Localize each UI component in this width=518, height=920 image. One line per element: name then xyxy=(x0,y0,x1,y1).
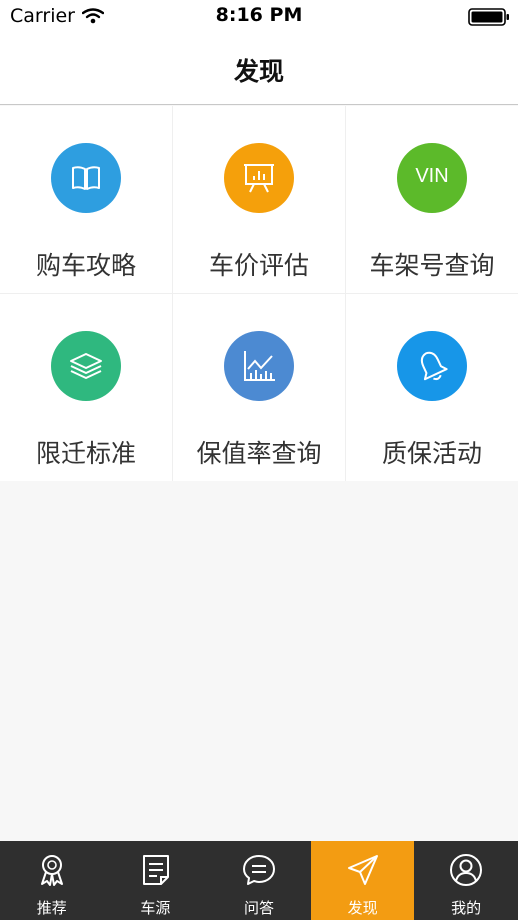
navigation-bar: 发现 xyxy=(0,34,518,105)
grid-item-vin-lookup[interactable]: VIN 车架号查询 xyxy=(346,106,518,293)
tab-label: 车源 xyxy=(140,899,171,917)
status-time: 8:16 PM xyxy=(215,4,303,26)
tab-label: 推荐 xyxy=(36,899,67,917)
tab-label: 发现 xyxy=(347,899,378,917)
grid-item-warranty-activity[interactable]: 质保活动 xyxy=(346,294,518,481)
vin-icon-text: VIN xyxy=(415,165,449,187)
grid-item-label: 保值率查询 xyxy=(196,439,322,468)
award-ribbon-icon xyxy=(41,855,63,886)
bell-icon xyxy=(397,331,467,401)
grid-item-label: 购车攻略 xyxy=(35,251,136,280)
discover-grid: 购车攻略 车价评估 VIN 车架号查询 限迁标准 保值率查询 质保活动 xyxy=(0,106,518,481)
document-list-icon xyxy=(142,855,169,885)
grid-item-label: 车价评估 xyxy=(208,251,309,280)
tab-label: 我的 xyxy=(451,899,482,917)
status-bar: Carrier 8:16 PM xyxy=(0,0,518,34)
user-profile-icon xyxy=(450,854,483,886)
grid-item-label: 车架号查询 xyxy=(369,251,495,280)
grid-item-label: 限迁标准 xyxy=(35,439,136,468)
grid-item-car-price-evaluation[interactable]: 车价评估 xyxy=(173,106,345,293)
grid-item-label: 质保活动 xyxy=(381,439,482,468)
tab-qa[interactable]: 问答 xyxy=(207,841,311,920)
page-title: 发现 xyxy=(233,57,284,86)
vin-icon: VIN xyxy=(397,143,467,213)
tab-car-source[interactable]: 车源 xyxy=(104,841,208,920)
presentation-board-icon xyxy=(224,143,294,213)
book-icon xyxy=(51,143,121,213)
tab-discover[interactable]: 发现 xyxy=(310,841,415,920)
paper-plane-icon xyxy=(347,855,378,885)
tab-label: 问答 xyxy=(243,899,274,917)
line-chart-icon xyxy=(224,331,294,401)
grid-item-resale-value[interactable]: 保值率查询 xyxy=(173,294,345,481)
battery-icon xyxy=(468,8,509,26)
grid-item-emission-standard[interactable]: 限迁标准 xyxy=(0,294,172,481)
tab-bar: 推荐 车源 问答 发现 我的 xyxy=(0,841,518,920)
tab-recommend[interactable]: 推荐 xyxy=(0,841,104,920)
layers-icon xyxy=(51,331,121,401)
grid-item-car-buying-guide[interactable]: 购车攻略 xyxy=(0,106,172,293)
chat-bubble-icon xyxy=(243,855,276,885)
tab-mine[interactable]: 我的 xyxy=(414,841,518,920)
